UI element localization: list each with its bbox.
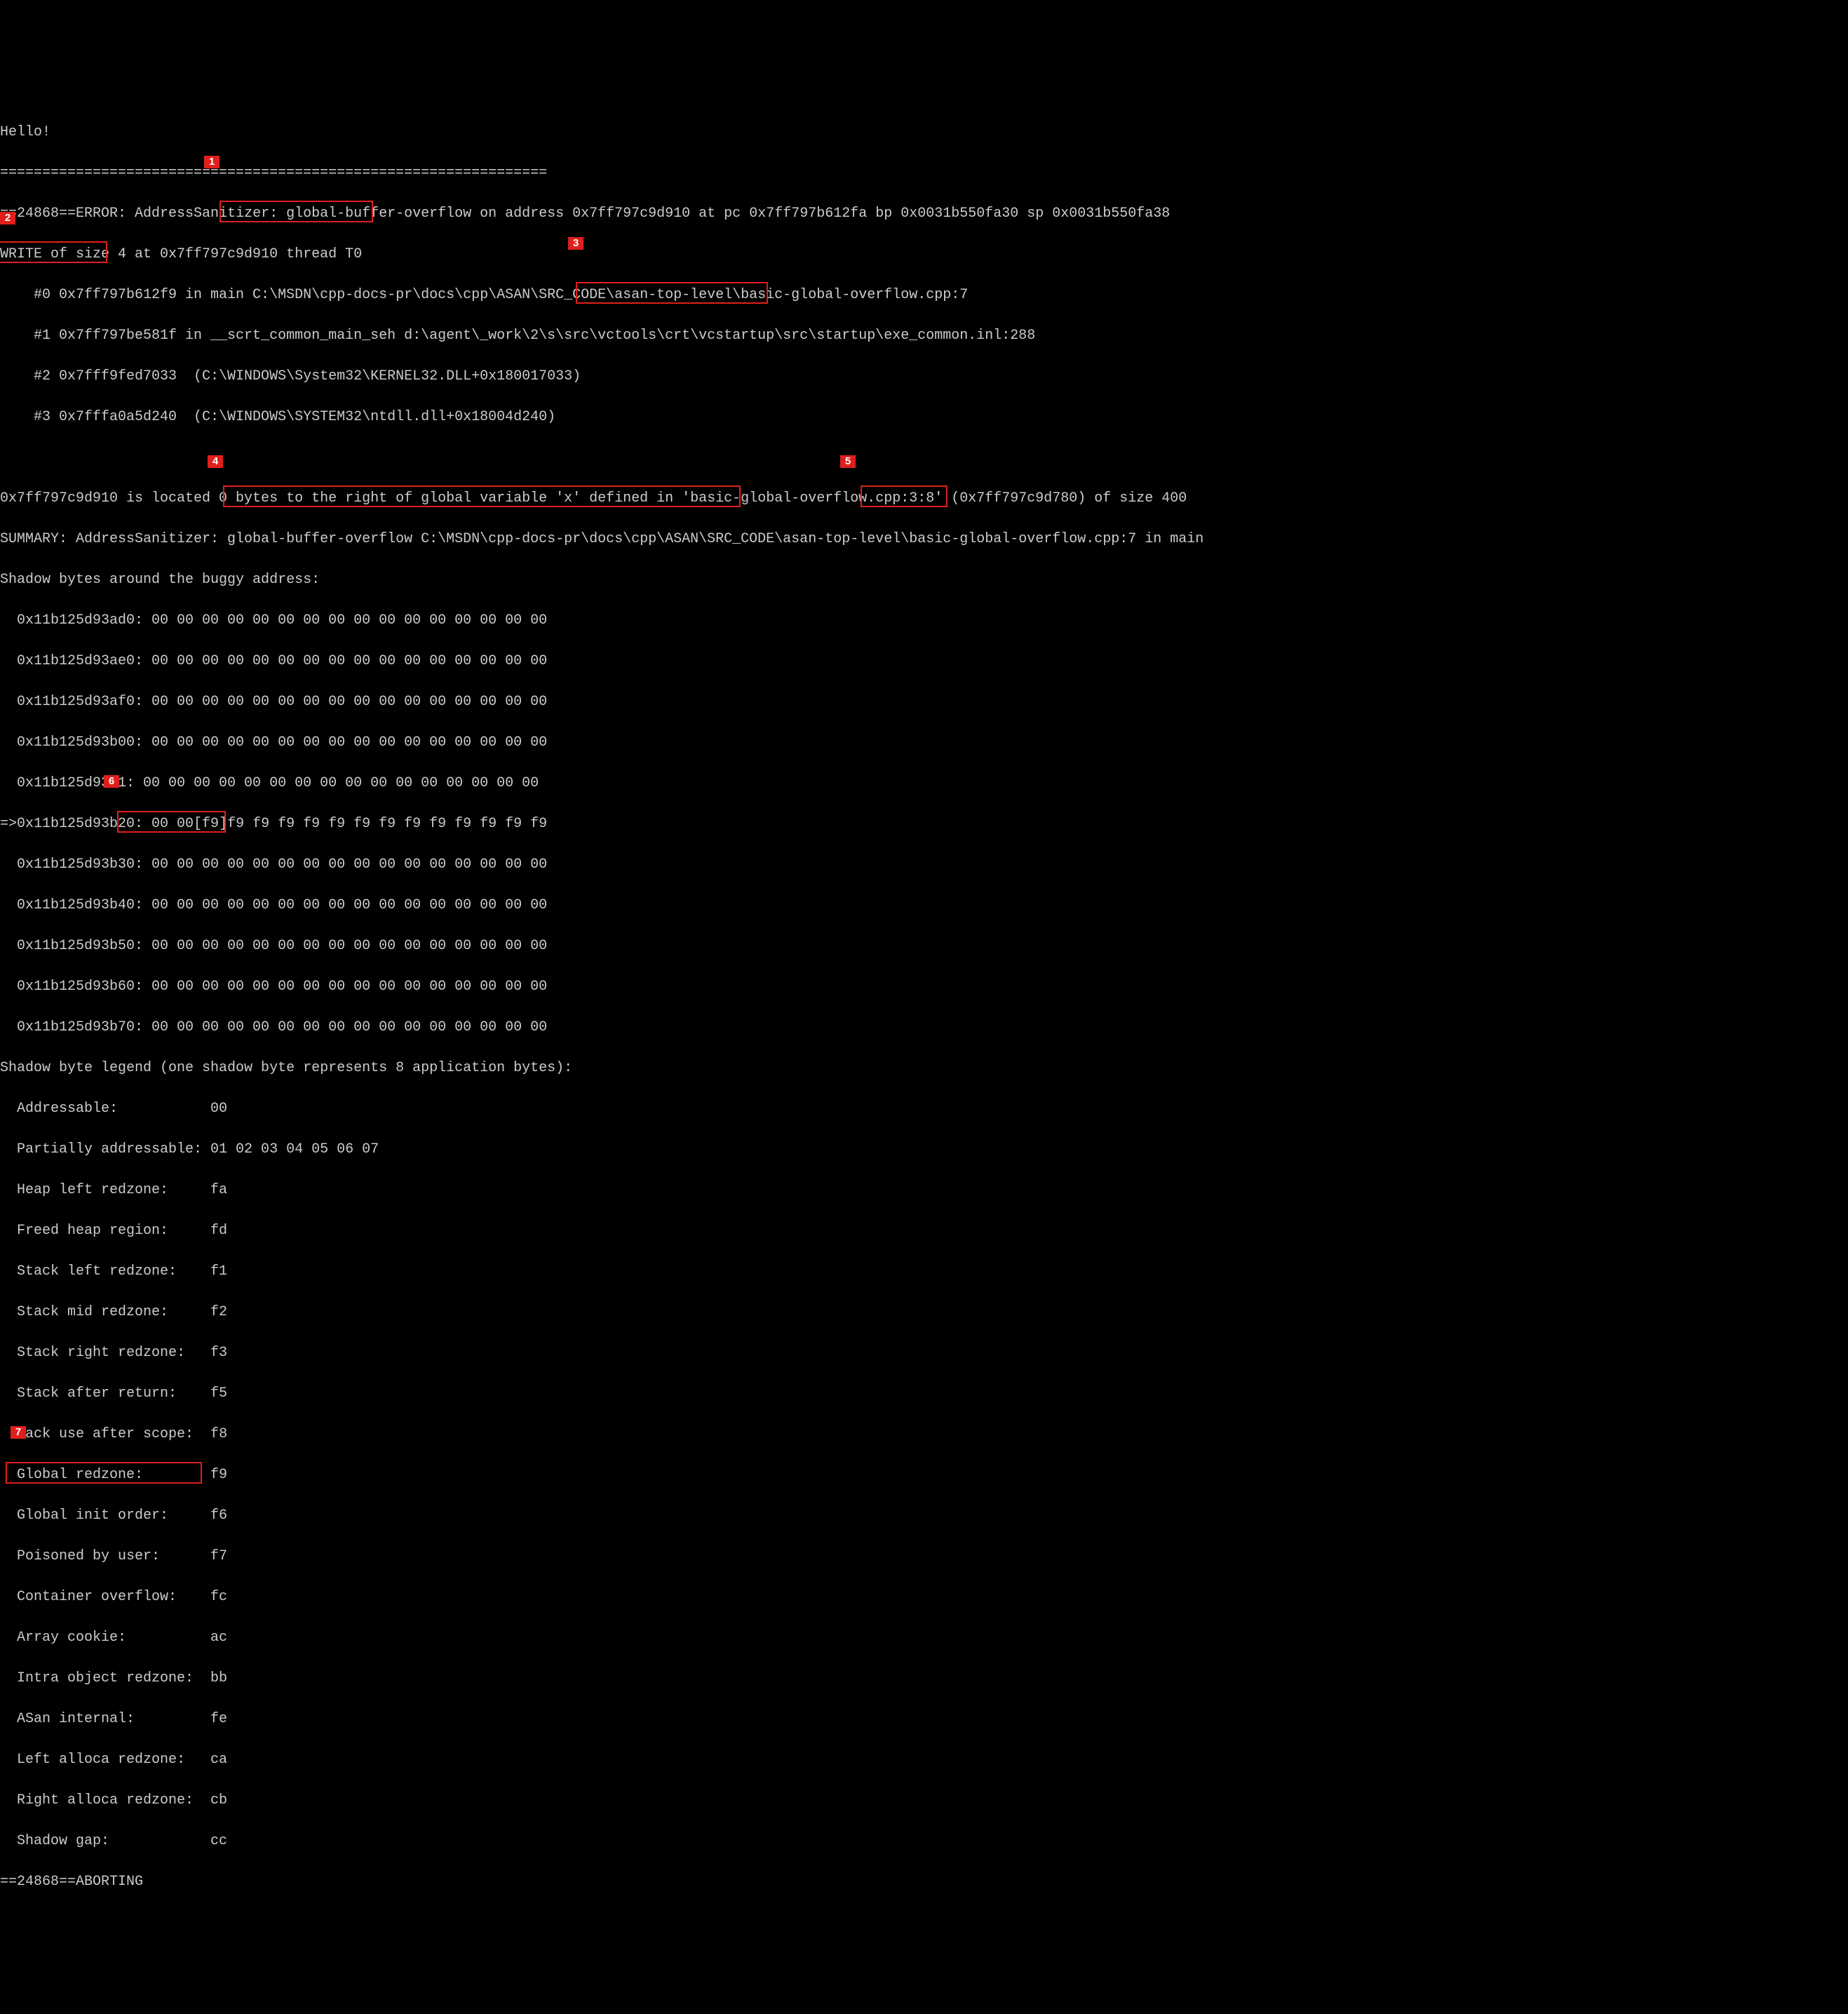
output-line: 0x11b125d93b16: 00 00 00 00 00 00 00 00 … — [0, 773, 1848, 793]
text: #0 0x7ff797b612f9 in main C:\MSDN\cpp-do… — [0, 287, 741, 303]
callout-5: 5 — [840, 455, 856, 468]
output-line: Intra object redzone: bb — [0, 1668, 1848, 1689]
output-line: #3 0x7fffa0a5d240 (C:\WINDOWS\SYSTEM32\n… — [0, 407, 1848, 427]
output-line: 0x11b125d93b60: 00 00 00 00 00 00 00 00 … — [0, 976, 1848, 997]
callout-6: 6 — [104, 775, 119, 788]
text: at 0x7ff797c9d910 thread T0 — [126, 246, 362, 262]
output-line: Global redzone: f9 — [0, 1465, 1848, 1485]
output-line: WRITE of size 4 at 0x7ff797c9d910 thread… — [0, 244, 1848, 264]
output-line: Left alloca redzone: ca — [0, 1750, 1848, 1770]
output-line: SUMMARY: AddressSanitizer: global-buffer… — [0, 529, 1848, 549]
text: 0x7ff797c9d910 is located 0 bytes — [0, 490, 286, 506]
output-line: Heap left redzone: fa — [0, 1180, 1848, 1200]
output-line: Poisoned by user: f7 — [0, 1546, 1848, 1566]
output-line: #2 0x7fff9fed7033 (C:\WINDOWS\System32\K… — [0, 366, 1848, 387]
output-line: =>0x11b125d93b20: 00 00[f9]f9 f9 f9 f9 f… — [0, 814, 1848, 834]
text: : 00 00 00 00 00 00 00 00 00 00 00 00 00… — [126, 775, 539, 791]
output-line: ==24868==ABORTING — [0, 1872, 1848, 1892]
output-line: Partially addressable: 01 02 03 04 05 06… — [0, 1139, 1848, 1160]
output-line: 0x7ff797c9d910 is located 0 bytes to the… — [0, 488, 1848, 509]
terminal-output: Hello! =================================… — [0, 102, 1848, 1912]
output-line: Global init order: f6 — [0, 1505, 1848, 1526]
callout-7: 7 — [11, 1426, 26, 1439]
output-line: 0x11b125d93ae0: 00 00 00 00 00 00 00 00 … — [0, 651, 1848, 671]
output-line: ========================================… — [0, 163, 1848, 183]
output-line: Stack left redzone: f1 — [0, 1261, 1848, 1282]
text: (0x7ff797c9d780) — [943, 490, 1094, 506]
output-line: 0x11b125d93b00: 00 00 00 00 00 00 00 00 … — [0, 732, 1848, 753]
output-line: Right alloca redzone: cb — [0, 1790, 1848, 1811]
text: on address 0x7ff797c9d910 at pc 0x7ff797… — [471, 206, 1170, 222]
output-line: Stack mid redzone: f2 — [0, 1302, 1848, 1322]
callout-1: 1 — [204, 156, 220, 168]
output-line: Shadow byte legend (one shadow byte repr… — [0, 1058, 1848, 1078]
variable-location: to the right of global variable 'x' defi… — [286, 490, 943, 506]
variable-size: of size 400 — [1094, 490, 1187, 506]
output-line: 0x11b125d93b30: 00 00 00 00 00 00 00 00 … — [0, 854, 1848, 875]
separator-text: ========================================… — [0, 165, 547, 181]
callout-3: 3 — [568, 237, 584, 250]
output-line: Addressable: 00 — [0, 1099, 1848, 1119]
callout-4: 4 — [208, 455, 223, 468]
output-line: 2==24868==ERROR: AddressSanitizer: globa… — [0, 203, 1848, 224]
output-line: Stack after return: f5 — [0, 1383, 1848, 1404]
text: tack use after scope: f8 — [17, 1426, 227, 1442]
shadow-bytes-highlighted: 00 00[f9]f9 f9 — [151, 816, 278, 832]
legend-global-redzone: Global redzone: f9 — [0, 1467, 227, 1483]
write-size: WRITE of size 4 — [0, 246, 126, 262]
error-type: global-buffer-overflow — [286, 206, 471, 222]
text: 24868==ERROR: AddressSanitizer: — [17, 206, 286, 222]
output-line: 0x11b125d93b40: 00 00 00 00 00 00 00 00 … — [0, 895, 1848, 915]
output-line: 45 — [0, 448, 1848, 468]
output-line: 0x11b125d93b50: 00 00 00 00 00 00 00 00 … — [0, 936, 1848, 956]
output-line: Freed heap region: fd — [0, 1221, 1848, 1241]
output-line: Shadow gap: cc — [0, 1831, 1848, 1851]
source-location: basic-global-overflow.cpp:7 — [741, 287, 968, 303]
output-line: Shadow bytes around the buggy address: — [0, 570, 1848, 590]
output-line: 7tack use after scope: f8 — [0, 1424, 1848, 1444]
output-line: 0x11b125d93b70: 00 00 00 00 00 00 00 00 … — [0, 1017, 1848, 1038]
output-line: Array cookie: ac — [0, 1627, 1848, 1648]
output-line: Container overflow: fc — [0, 1587, 1848, 1607]
output-line: Hello! — [0, 122, 1848, 142]
callout-2: 2 — [0, 212, 15, 224]
output-line: 0x11b125d93ad0: 00 00 00 00 00 00 00 00 … — [0, 610, 1848, 631]
output-line: ASan internal: fe — [0, 1709, 1848, 1729]
shadow-arrow-address: =>0x11b125d93b20: — [0, 816, 151, 832]
output-line: Stack right redzone: f3 — [0, 1343, 1848, 1363]
output-line: #0 0x7ff797b612f9 in main C:\MSDN\cpp-do… — [0, 285, 1848, 305]
output-line: #1 0x7ff797be581f in __scrt_common_main_… — [0, 325, 1848, 346]
output-line: 0x11b125d93af0: 00 00 00 00 00 00 00 00 … — [0, 692, 1848, 712]
shadow-bytes: f9 f9 f9 f9 f9 f9 f9 f9 f9 f9 f9 — [278, 816, 547, 832]
